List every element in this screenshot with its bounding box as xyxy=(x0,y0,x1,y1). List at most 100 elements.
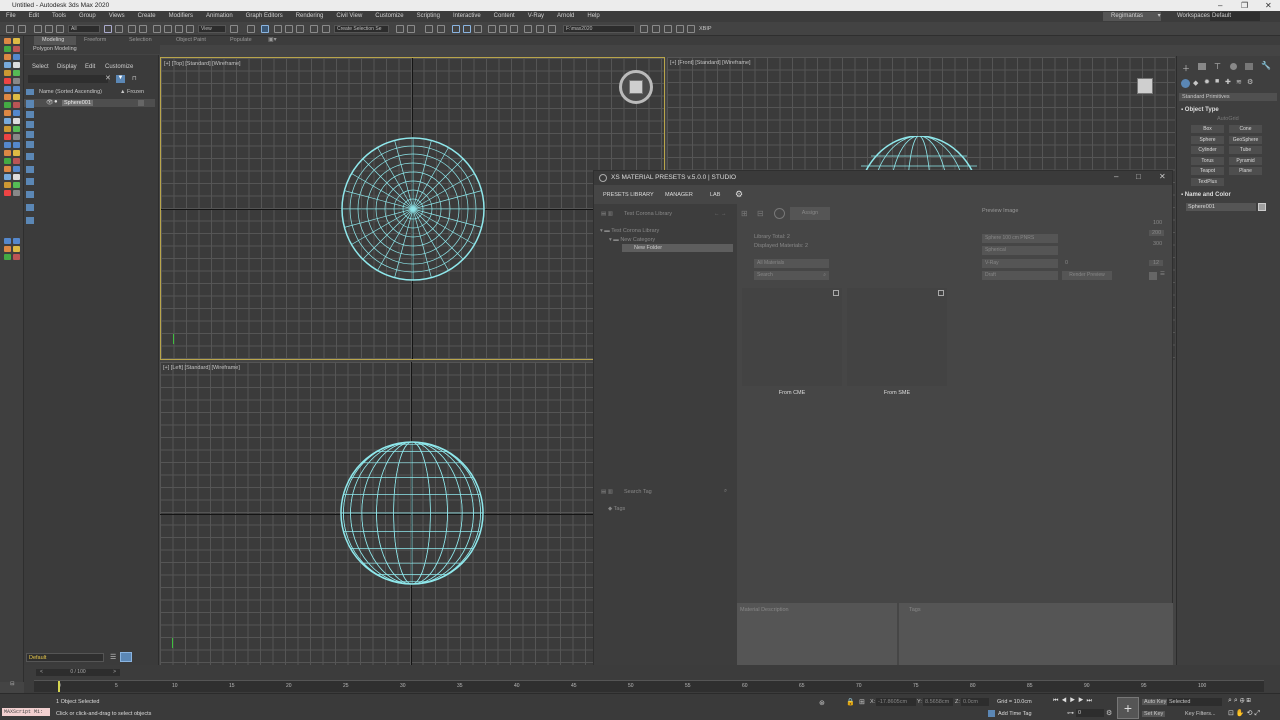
menu-item-file[interactable]: File xyxy=(6,13,16,19)
z-coord-input[interactable]: 0.0cm xyxy=(961,698,989,706)
xs-renderer-dropdown[interactable]: V-Ray xyxy=(982,259,1058,268)
xs-library-combo[interactable]: Test Corona Library xyxy=(624,211,672,217)
xs-tab-presets-library[interactable]: PRESETS LIBRARY xyxy=(603,192,654,198)
xs-quality-dropdown[interactable]: Draft xyxy=(982,271,1058,280)
mirror-icon[interactable] xyxy=(322,25,330,33)
account-dropdown[interactable]: Regimantas ▾ xyxy=(1103,12,1161,21)
left-tool-material-icon[interactable] xyxy=(4,70,11,76)
xs-minimize-icon[interactable]: – xyxy=(1114,172,1118,181)
xs-sphere-dropdown[interactable]: Sphere 100 cm PNRS xyxy=(982,234,1058,243)
display-none-icon[interactable] xyxy=(26,89,34,95)
ribbon-tab-selection[interactable]: Selection xyxy=(129,36,152,45)
ribbon-options-icon[interactable]: ▣▾ xyxy=(268,36,277,45)
render-setup-icon[interactable] xyxy=(488,25,496,33)
project-folder-dropdown[interactable]: F:\max2020 xyxy=(563,25,635,33)
display-bones-icon[interactable] xyxy=(26,191,34,198)
xs-res-300[interactable]: 300 xyxy=(1153,241,1162,247)
time-slider[interactable]: < 0 / 100 > xyxy=(36,669,120,676)
y-coord-input[interactable]: 8.5658cm xyxy=(923,698,953,706)
edit-named-selection-icon[interactable] xyxy=(310,25,318,33)
display-groups-icon[interactable] xyxy=(26,166,34,173)
menu-item-tools[interactable]: Tools xyxy=(52,13,66,19)
left-tool-light-icon[interactable] xyxy=(13,126,20,132)
left-tool-warp-icon[interactable] xyxy=(4,142,11,148)
selection-lock-icon[interactable]: 🔒 xyxy=(846,698,855,706)
scene-tab-select[interactable]: Select xyxy=(32,64,49,70)
auto-key-button[interactable]: Auto Key xyxy=(1142,699,1169,705)
menu-item-customize[interactable]: Customize xyxy=(375,13,403,19)
spinner-snap-icon[interactable] xyxy=(296,25,304,33)
set-key-button[interactable]: Set Key xyxy=(1142,711,1166,717)
left-tool-hierarchy-icon[interactable] xyxy=(4,254,11,260)
primitive-cylinder-button[interactable]: Cylinder xyxy=(1191,146,1224,154)
scene-search-input[interactable] xyxy=(28,75,108,83)
xs-grid-view-icon[interactable]: ⊞ xyxy=(741,209,748,218)
lock-icon[interactable]: ⊓ xyxy=(132,75,137,82)
project-folder-icon[interactable] xyxy=(640,25,648,33)
xs-tab-lab[interactable]: LAB xyxy=(710,192,720,198)
left-tool-create-icon[interactable] xyxy=(4,94,11,100)
xs-settings-gear-icon[interactable]: ⚙ xyxy=(735,189,743,200)
object-type-rollout[interactable]: ▪ Object Type xyxy=(1181,107,1219,113)
menu-item-edit[interactable]: Edit xyxy=(29,13,39,19)
primitive-tube-button[interactable]: Tube xyxy=(1229,146,1262,154)
primitive-textplus-button[interactable]: TextPlus xyxy=(1191,177,1224,186)
menu-item-animation[interactable]: Animation xyxy=(206,13,233,19)
minimize-icon[interactable]: – xyxy=(1218,0,1222,11)
current-frame-input[interactable]: 0 xyxy=(1076,709,1104,717)
autogrid-checkbox[interactable]: AutoGrid xyxy=(1217,116,1239,122)
left-tool-light-icon[interactable] xyxy=(13,70,20,76)
menu-item-graph-editors[interactable]: Graph Editors xyxy=(246,13,283,19)
left-tool-material-icon[interactable] xyxy=(4,182,11,188)
menu-item-v-ray[interactable]: V-Ray xyxy=(528,13,544,19)
primitive-plane-button[interactable]: Plane xyxy=(1229,167,1262,175)
xs-tags-node[interactable]: ◆ Tags xyxy=(608,506,625,512)
time-cursor[interactable] xyxy=(58,681,60,692)
xs-tags-panel[interactable]: Tags xyxy=(899,603,1173,667)
polygon-modeling-panel[interactable]: Polygon Modeling xyxy=(0,45,160,54)
left-tool-motion-icon[interactable] xyxy=(13,46,20,52)
save-project-icon[interactable] xyxy=(664,25,672,33)
xs-thumb-checkbox[interactable] xyxy=(833,290,839,296)
unlink-icon[interactable] xyxy=(45,25,53,33)
left-tool-helper-icon[interactable] xyxy=(13,78,20,84)
display-geometry-icon[interactable] xyxy=(26,100,34,108)
render-toggle-icon[interactable]: ● xyxy=(54,99,58,105)
vray-render-icon[interactable] xyxy=(524,25,532,33)
display-lights-icon[interactable] xyxy=(26,121,34,128)
viewport-navigation-icons-2[interactable]: ⊡✋⟲⤢ xyxy=(1228,709,1262,718)
time-configuration-icon[interactable]: ⚙ xyxy=(1106,709,1112,717)
curve-editor-icon[interactable] xyxy=(452,25,460,33)
add-time-tag[interactable]: Add Time Tag xyxy=(998,711,1032,717)
key-filters-button[interactable]: Key Filters... xyxy=(1185,711,1216,717)
layer-explorer-icon[interactable]: ☰ xyxy=(110,653,116,661)
primitive-torus-button[interactable]: Torus xyxy=(1191,156,1224,165)
left-tool-hierarchy-icon[interactable] xyxy=(4,102,11,108)
left-tool-motion-icon[interactable] xyxy=(13,102,20,108)
ribbon-tab-freeform[interactable]: Freeform xyxy=(84,36,106,45)
shapes-icon[interactable]: ◆ xyxy=(1193,79,1198,87)
left-tool-motion-icon[interactable] xyxy=(13,158,20,164)
xs-search-tag-icon[interactable]: ⌕ xyxy=(724,488,727,495)
key-mode-icon[interactable]: ⊶ xyxy=(1067,709,1074,717)
xs-tag-icons[interactable]: ▤ ▥ xyxy=(601,489,613,495)
left-tool-utilities-icon[interactable] xyxy=(13,54,20,60)
display-cameras-icon[interactable] xyxy=(26,131,34,138)
set-key-icon[interactable]: + xyxy=(1117,697,1139,719)
modify-tab-icon[interactable] xyxy=(1198,63,1206,70)
time-tag-icon[interactable] xyxy=(988,710,995,717)
select-object-icon[interactable] xyxy=(104,25,112,33)
name-color-rollout[interactable]: ▪ Name and Color xyxy=(1181,192,1231,198)
left-tool-utilities-icon[interactable] xyxy=(13,166,20,172)
filter-icon[interactable]: ▼ xyxy=(116,75,125,83)
xs-material-thumb-cme[interactable] xyxy=(742,288,842,386)
viewport-left[interactable]: [+] [Left] [Standard] [Wireframe] xyxy=(160,362,665,665)
xs-list-icon[interactable]: ☰ xyxy=(1160,271,1165,277)
left-tool-warp-icon[interactable] xyxy=(4,238,11,244)
xs-list-view-icon[interactable]: ⊟ xyxy=(757,209,764,218)
column-name-header[interactable]: Name (Sorted Ascending) xyxy=(39,89,102,95)
scene-tab-display[interactable]: Display xyxy=(57,64,77,70)
left-tool-helper-icon[interactable] xyxy=(13,190,20,196)
viewport-top-label[interactable]: [+] [Top] [Standard] [Wireframe] xyxy=(164,61,241,67)
menu-item-views[interactable]: Views xyxy=(109,13,125,19)
